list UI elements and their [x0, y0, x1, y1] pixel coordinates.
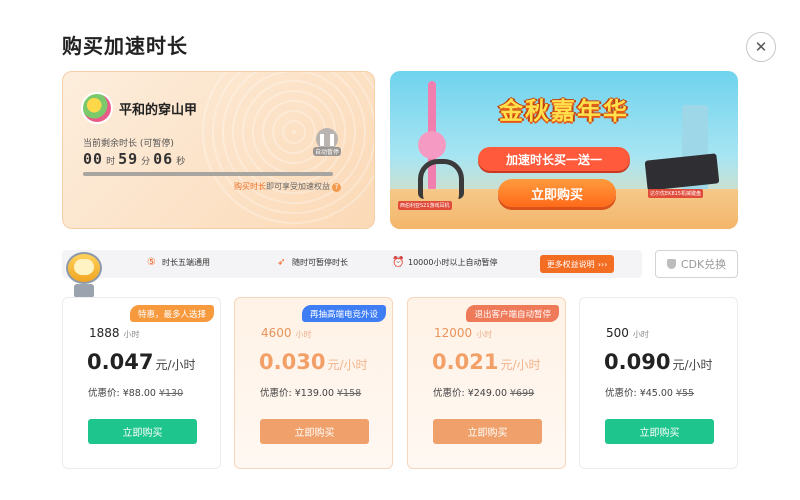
- avatar[interactable]: [81, 92, 113, 124]
- plan-buy-button[interactable]: 立即购买: [433, 419, 542, 444]
- plan-hours: 4600 小时: [261, 326, 312, 340]
- username: 平和的穿山甲: [119, 103, 198, 118]
- plan-card-1888[interactable]: 特惠，最多人选择 1888 小时 0.047 元/小时 优惠价: ¥88.00 ¥13…: [62, 297, 221, 469]
- plan-buy-button[interactable]: 立即购买: [260, 419, 369, 444]
- close-button[interactable]: ✕: [746, 32, 776, 62]
- remaining-progress-fill: [83, 172, 333, 176]
- rocket-icon: ➶: [277, 257, 286, 268]
- plan-hours: 1888 小时: [89, 326, 140, 340]
- benefit-label: 时长五端通用: [162, 258, 210, 267]
- close-icon: ✕: [754, 38, 768, 56]
- keyboard-caption: 达尔优EK815机械键盘: [648, 189, 703, 198]
- alarm-clock-icon: ⏰: [392, 257, 405, 268]
- headset-caption: 西伯利亚S21游戏耳机: [398, 201, 452, 210]
- benefit-item-five-devices: ⑤ 时长五端通用: [146, 257, 210, 268]
- plan-buy-button[interactable]: 立即购买: [605, 419, 714, 444]
- plan-tag: 再抽高端电竞外设: [301, 305, 386, 322]
- plan-buy-button[interactable]: 立即购买: [88, 419, 197, 444]
- shield-icon: [666, 259, 676, 269]
- tower-sphere-illustration: [418, 131, 446, 159]
- benefit-item-auto-pause: ⏰ 10000小时以上自动暂停: [392, 257, 497, 268]
- banner-title: 金秋嘉年华: [499, 97, 629, 125]
- remaining-timer: 00 时 59 分 06 秒: [83, 150, 188, 168]
- plan-hours: 12000 小时: [434, 326, 493, 340]
- buy-time-link[interactable]: 购买时长: [234, 182, 266, 191]
- promo-banner[interactable]: 西伯利亚S21游戏耳机 达尔优EK815机械键盘 金秋嘉年华 加速时长买一送一 …: [390, 71, 738, 229]
- plan-tag: 退出客户端自动暂停: [466, 305, 559, 322]
- more-benefits-label: 更多权益说明: [546, 259, 595, 269]
- timer-seconds-unit: 秒: [176, 157, 186, 167]
- original-price: ¥699: [510, 388, 535, 399]
- auto-pause-label: 自动暂停: [313, 147, 342, 156]
- plan-discount-price: 优惠价: ¥88.00 ¥130: [88, 388, 184, 399]
- plan-unit-price: 0.021 元/小时: [432, 350, 541, 374]
- timer-seconds: 06: [153, 150, 174, 168]
- plan-hours: 500 小时: [606, 326, 649, 340]
- remaining-time-label: 当前剩余时长 (可暂停): [83, 139, 174, 149]
- timer-hours: 00: [83, 150, 104, 168]
- benefit-label: 10000小时以上自动暂停: [408, 258, 498, 267]
- benefit-item-pause: ➶ 随时可暂停时长: [276, 257, 348, 268]
- plan-card-500[interactable]: 500 小时 0.090 元/小时 优惠价: ¥45.00 ¥55 立即购买: [579, 297, 738, 469]
- keyboard-icon: [644, 153, 720, 191]
- plan-tag: 特惠，最多人选择: [129, 305, 214, 322]
- remaining-progress-bar: [83, 172, 333, 176]
- more-arrows-icon: ›››: [597, 259, 608, 269]
- plan-card-4600[interactable]: 再抽高端电竞外设 4600 小时 0.030 元/小时 优惠价: ¥139.00 ¥1…: [234, 297, 393, 469]
- help-icon[interactable]: ?: [332, 183, 341, 192]
- robot-mascot-icon: [62, 244, 106, 304]
- more-benefits-button[interactable]: 更多权益说明 ›››: [540, 255, 614, 273]
- decorative-rings: [194, 72, 374, 228]
- buy-hint-text: 即可享受加速权益: [266, 182, 330, 191]
- buy-hint: 购买时长即可享受加速权益?: [234, 181, 341, 192]
- plan-unit-price: 0.090 元/小时: [604, 350, 713, 374]
- plan-discount-price: 优惠价: ¥249.00 ¥699: [433, 388, 535, 399]
- plan-discount-price: 优惠价: ¥139.00 ¥158: [260, 388, 362, 399]
- plan-unit-price: 0.030 元/小时: [259, 350, 368, 374]
- benefit-label: 随时可暂停时长: [292, 258, 348, 267]
- cdk-label: CDK兑换: [680, 258, 727, 271]
- five-device-icon: ⑤: [147, 257, 156, 268]
- headset-icon: [418, 159, 464, 199]
- timer-minutes: 59: [118, 150, 139, 168]
- original-price: ¥158: [337, 388, 362, 399]
- plan-card-12000[interactable]: 退出客户端自动暂停 12000 小时 0.021 元/小时 优惠价: ¥249.00…: [407, 297, 566, 469]
- banner-buy-button[interactable]: 立即购买: [498, 179, 616, 207]
- original-price: ¥130: [158, 388, 184, 399]
- plan-discount-price: 优惠价: ¥45.00 ¥55: [605, 388, 695, 399]
- timer-minutes-unit: 分: [141, 157, 151, 167]
- account-card: 平和的穿山甲 当前剩余时长 (可暂停) 00 时 59 分 06 秒 ❚❚ 自动…: [62, 71, 375, 229]
- banner-subtitle: 加速时长买一送一: [478, 147, 630, 171]
- cdk-redeem-button[interactable]: CDK兑换: [655, 250, 738, 278]
- original-price: ¥55: [675, 388, 695, 399]
- timer-hours-unit: 时: [106, 157, 116, 167]
- auto-pause-badge: ❚❚ 自动暂停: [313, 128, 342, 158]
- plan-unit-price: 0.047 元/小时: [87, 350, 196, 374]
- dialog-title: 购买加速时长: [62, 34, 188, 58]
